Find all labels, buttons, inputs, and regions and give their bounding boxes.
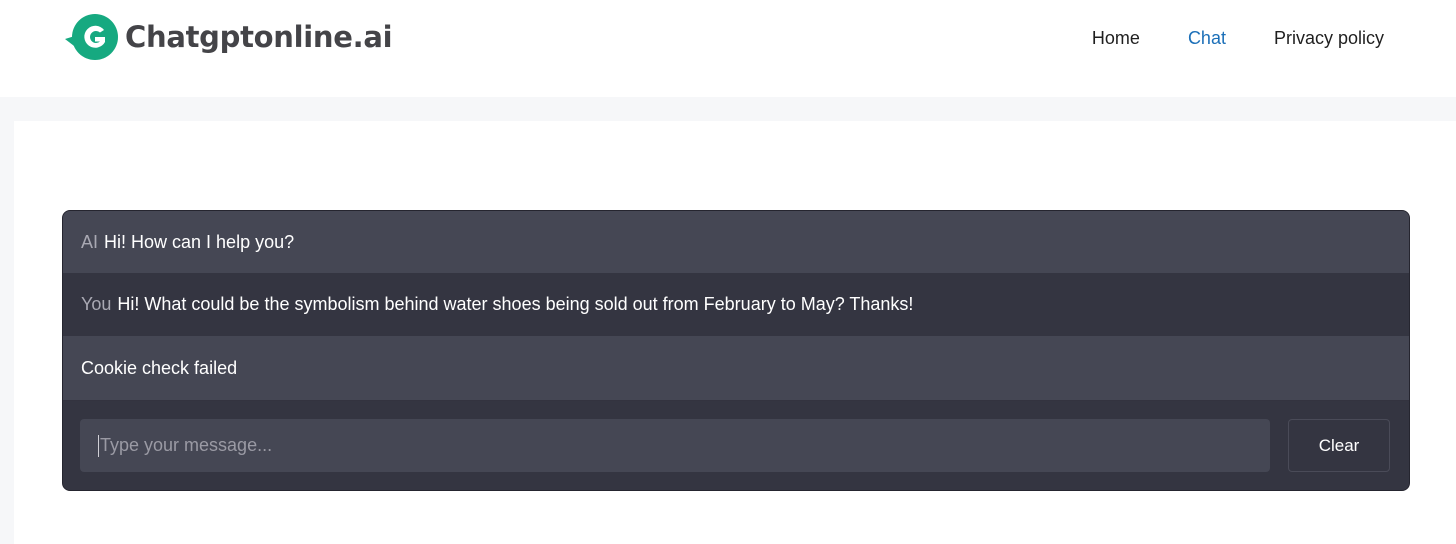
message-sender: AI bbox=[81, 231, 99, 252]
chat-message-error: Cookie check failed bbox=[63, 336, 1409, 400]
chat-input-bar: Clear bbox=[63, 401, 1409, 490]
main-content: AI Hi! How can I help you? You Hi! What … bbox=[14, 121, 1456, 544]
chat-window: AI Hi! How can I help you? You Hi! What … bbox=[62, 210, 1410, 491]
message-text: Cookie check failed bbox=[81, 357, 238, 378]
text-caret bbox=[98, 435, 99, 457]
nav-privacy-policy[interactable]: Privacy policy bbox=[1274, 28, 1384, 49]
main-nav: Home Chat Privacy policy bbox=[1044, 0, 1384, 76]
g-logo-icon bbox=[65, 14, 118, 60]
site-header: Chatgptonline.ai Home Chat Privacy polic… bbox=[0, 0, 1456, 97]
logo-text: Chatgptonline.ai bbox=[125, 20, 393, 54]
message-input[interactable] bbox=[80, 419, 1270, 472]
nav-home[interactable]: Home bbox=[1092, 28, 1140, 49]
message-text: Hi! How can I help you? bbox=[104, 231, 295, 252]
nav-chat[interactable]: Chat bbox=[1188, 28, 1226, 49]
clear-button[interactable]: Clear bbox=[1288, 419, 1390, 472]
chat-message-user: You Hi! What could be the symbolism behi… bbox=[63, 273, 1409, 336]
site-logo[interactable]: Chatgptonline.ai bbox=[64, 13, 393, 61]
message-sender: You bbox=[81, 294, 112, 314]
message-text: Hi! What could be the symbolism behind w… bbox=[117, 294, 914, 314]
chat-message-ai: AI Hi! How can I help you? bbox=[63, 211, 1409, 273]
